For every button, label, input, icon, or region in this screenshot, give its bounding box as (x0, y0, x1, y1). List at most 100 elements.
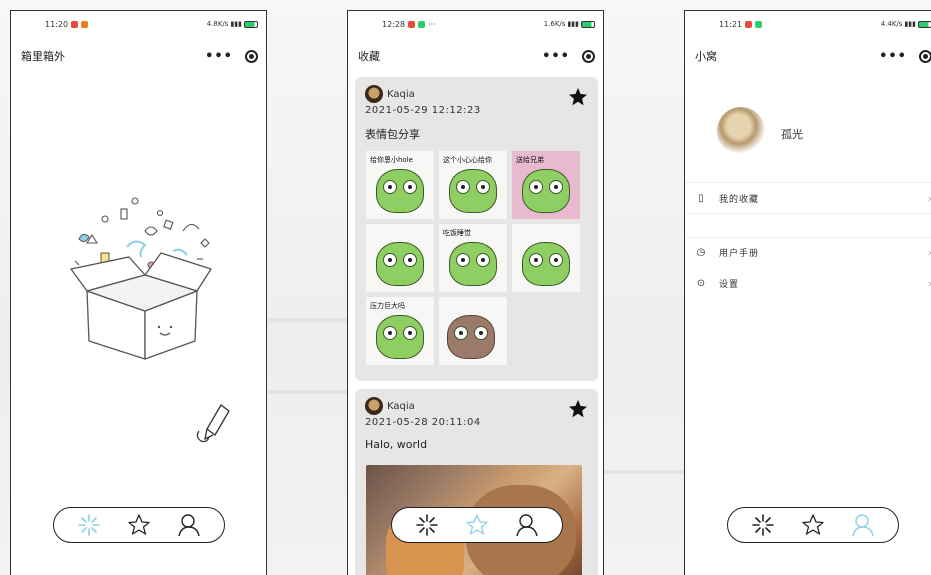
sticker-image[interactable] (439, 297, 507, 365)
phone-screen-profile: 11:21 4.4K/s ▮▮▮ 小窝 ••• 孤光 ▯ 我的收藏 › ◷ 用户… (684, 10, 931, 575)
phone-screen-home: 11:20 4.8K/s ▮▮▮ 箱里箱外 ••• (10, 10, 267, 575)
clock-icon: ◷ (696, 246, 706, 258)
page-title: 收藏 (358, 50, 380, 63)
status-bar: 11:20 4.8K/s ▮▮▮ (11, 11, 266, 37)
sticker-image[interactable]: 吃饭睡觉 (439, 224, 507, 292)
author-name: Kaqia (387, 88, 415, 100)
spark-icon (416, 514, 438, 536)
tab-home[interactable] (413, 511, 441, 539)
tab-home[interactable] (749, 511, 777, 539)
signal-icon: ▮▮▮ (904, 20, 916, 28)
divider (685, 182, 931, 183)
network-speed: 4.8K/s (206, 20, 229, 28)
sticker-image[interactable] (366, 224, 434, 292)
background-smear (265, 390, 355, 394)
miniprogram-capsule: ••• (879, 49, 931, 63)
notification-icon (408, 20, 416, 28)
spark-icon (752, 514, 774, 536)
empty-box-illustration (70, 197, 212, 360)
menu-item-user-manual[interactable]: ◷ 用户手册 › (685, 241, 931, 263)
author-name: Kaqia (387, 400, 415, 412)
close-miniprogram-icon[interactable] (919, 49, 931, 63)
status-bar: 12:28 ··· 1.6K/s ▮▮▮ (348, 11, 603, 37)
notification-icon (745, 20, 753, 28)
tab-favorites[interactable] (463, 511, 491, 539)
star-filled-icon[interactable] (568, 87, 588, 107)
person-icon (516, 514, 538, 537)
post-time: 2021-05-28 20:11:04 (365, 417, 481, 428)
status-time: 11:21 (719, 19, 743, 29)
spark-icon (78, 514, 100, 536)
chevron-right-icon: › (928, 246, 931, 259)
bottom-tab-bar (53, 507, 225, 543)
status-time: 11:20 (45, 19, 69, 29)
chevron-right-icon: › (928, 277, 931, 290)
author-avatar (365, 85, 383, 103)
document-icon: ▯ (698, 192, 704, 204)
sticker-image[interactable]: 这个小心心给你 (439, 151, 507, 219)
battery-icon (244, 20, 258, 28)
star-outline-icon (802, 514, 824, 535)
miniprogram-capsule: ••• (205, 49, 258, 63)
person-icon (852, 514, 874, 537)
more-icon[interactable]: ••• (542, 50, 570, 63)
sticker-grid: 给你恩小hole 这个小心心给你 送给兄弟 吃饭睡觉 压力巨大吗 (366, 151, 580, 365)
star-outline-icon (466, 514, 488, 535)
tab-favorites[interactable] (799, 511, 827, 539)
status-time: 12:28 (382, 19, 406, 29)
sticker-image[interactable]: 送给兄弟 (512, 151, 580, 219)
phone-screen-favorites: 12:28 ··· 1.6K/s ▮▮▮ 收藏 ••• Kaqia 2021-0… (347, 10, 604, 575)
tab-home[interactable] (75, 511, 103, 539)
close-miniprogram-icon[interactable] (245, 49, 258, 63)
miniprogram-capsule: ••• (542, 49, 595, 63)
title-bar: 收藏 ••• (348, 41, 603, 71)
battery-icon (581, 20, 595, 28)
title-bar: 箱里箱外 ••• (11, 41, 266, 71)
battery-icon (918, 20, 931, 28)
post-time: 2021-05-29 12:12:23 (365, 105, 481, 116)
signal-icon: ▮▮▮ (230, 20, 242, 28)
menu-item-label: 用户手册 (719, 248, 760, 259)
notification-icon (71, 20, 79, 28)
tab-profile[interactable] (175, 511, 203, 539)
sticker-image[interactable]: 给你恩小hole (366, 151, 434, 219)
write-post-icon[interactable] (195, 401, 239, 445)
post-text: Halo, world (365, 438, 428, 451)
more-icon[interactable]: ••• (879, 50, 907, 63)
tab-favorites[interactable] (125, 511, 153, 539)
menu-item-favorites[interactable]: ▯ 我的收藏 › (685, 187, 931, 209)
signal-icon: ▮▮▮ (567, 20, 579, 28)
profile-name: 孤光 (781, 128, 803, 141)
sticker-image[interactable]: 压力巨大吗 (366, 297, 434, 365)
bottom-tab-bar (391, 507, 563, 543)
bottom-tab-bar (727, 507, 899, 543)
sticker-image[interactable] (512, 224, 580, 292)
notification-icon (755, 20, 763, 28)
sticker-caption: 给你恩小hole (370, 156, 413, 164)
gear-icon: ⊙ (696, 277, 706, 289)
sticker-caption: 吃饭睡觉 (443, 229, 471, 237)
more-icon[interactable]: ••• (205, 50, 233, 63)
title-bar: 小窝 ••• (685, 41, 931, 71)
network-speed: 4.4K/s (880, 20, 903, 28)
divider (685, 237, 931, 238)
notification-icon (418, 20, 426, 28)
post-card[interactable]: Kaqia 2021-05-28 20:11:04 Halo, world (355, 389, 598, 575)
sticker-caption: 这个小心心给你 (443, 156, 492, 164)
menu-item-settings[interactable]: ⊙ 设置 › (685, 272, 931, 294)
profile-avatar[interactable] (717, 107, 765, 155)
divider (685, 213, 931, 214)
post-card[interactable]: Kaqia 2021-05-29 12:12:23 表情包分享 给你恩小hole… (355, 77, 598, 381)
sticker-caption: 压力巨大吗 (370, 302, 405, 310)
star-outline-icon (128, 514, 150, 535)
author-avatar (365, 397, 383, 415)
menu-item-label: 设置 (719, 279, 740, 290)
close-miniprogram-icon[interactable] (582, 49, 595, 63)
page-title: 箱里箱外 (21, 50, 65, 63)
star-filled-icon[interactable] (568, 399, 588, 419)
tab-profile[interactable] (513, 511, 541, 539)
tab-profile[interactable] (849, 511, 877, 539)
post-text: 表情包分享 (365, 128, 420, 141)
page-title: 小窝 (695, 50, 717, 63)
person-icon (178, 514, 200, 537)
